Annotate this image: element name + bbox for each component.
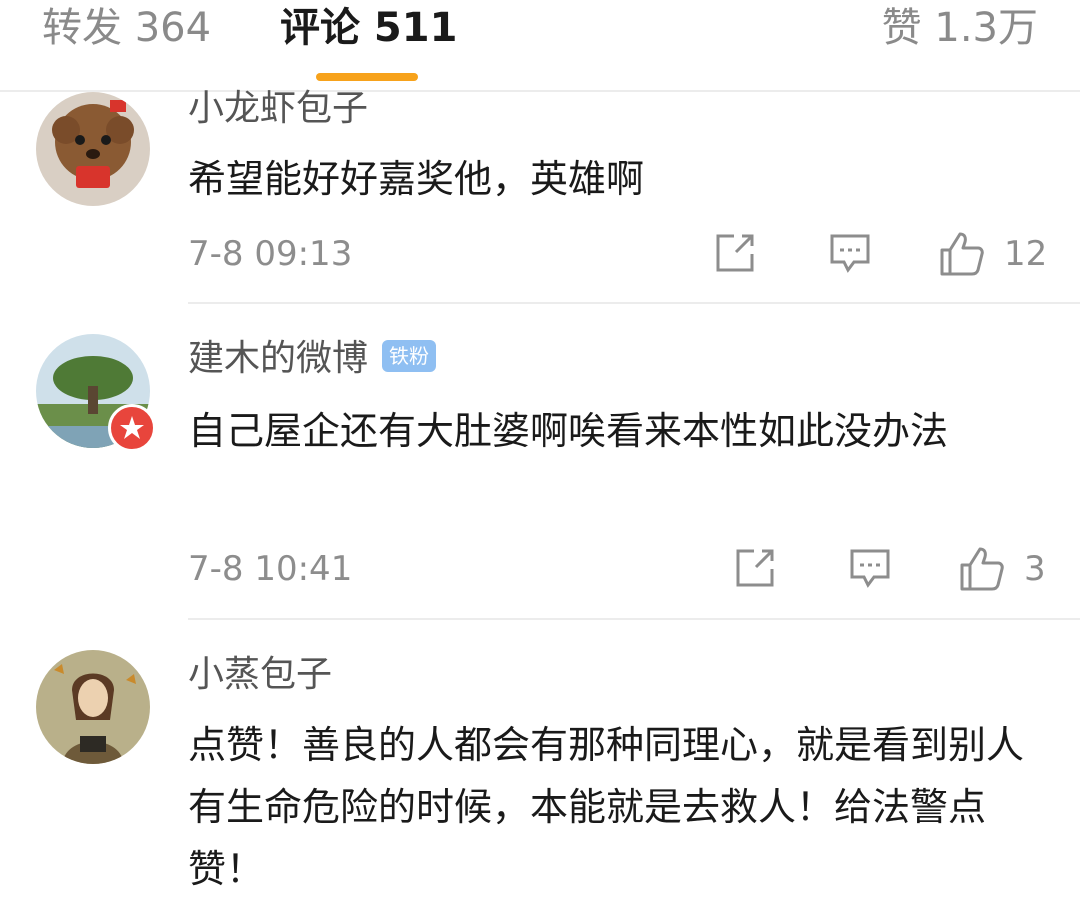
thumbs-up-icon[interactable] xyxy=(958,545,1006,593)
share-icon[interactable] xyxy=(712,230,758,278)
comment-username[interactable]: 小龙虾包子 xyxy=(188,86,368,132)
divider xyxy=(188,302,1080,304)
comment-time: 7-8 09:13 xyxy=(188,234,353,274)
username-text: 建木的微博 xyxy=(188,338,369,379)
comment-icon[interactable] xyxy=(828,230,872,278)
divider xyxy=(0,90,1080,92)
verified-badge-icon xyxy=(108,404,156,452)
avatar[interactable] xyxy=(36,92,150,206)
like-count: 3 xyxy=(1024,549,1046,589)
tab-repost[interactable]: 转发 364 xyxy=(42,2,211,54)
comment-text: 自己屋企还有大肚婆啊唉看来本性如此没办法 xyxy=(188,409,949,453)
divider xyxy=(188,618,1080,620)
comment-username[interactable]: 建木的微博 铁粉 xyxy=(188,336,437,382)
active-tab-indicator xyxy=(316,73,418,81)
tab-comments[interactable]: 评论 511 xyxy=(280,2,457,54)
comment-text: 希望能好好嘉奖他，英雄啊 xyxy=(188,157,645,201)
comment-icon[interactable] xyxy=(848,545,892,593)
tab-likes[interactable]: 赞 1.3万 xyxy=(882,2,1038,54)
comment-tabs: 转发 364 评论 511 赞 1.3万 xyxy=(0,0,1080,92)
avatar[interactable] xyxy=(36,650,150,764)
comment-time: 7-8 10:41 xyxy=(188,549,353,589)
like-count: 12 xyxy=(1004,234,1048,274)
comment-username[interactable]: 小蒸包子 xyxy=(188,652,332,698)
thumbs-up-icon[interactable] xyxy=(938,230,986,278)
comment-meta: 7-8 10:41 3 xyxy=(188,545,1048,595)
share-icon[interactable] xyxy=(732,545,778,593)
comment-meta: 7-8 09:13 12 xyxy=(188,230,1048,280)
fan-badge: 铁粉 xyxy=(382,340,437,372)
comment-text: 点赞！善良的人都会有那种同理心，就是看到别人有生命危险的时候，本能就是去救人！给… xyxy=(188,723,1025,891)
